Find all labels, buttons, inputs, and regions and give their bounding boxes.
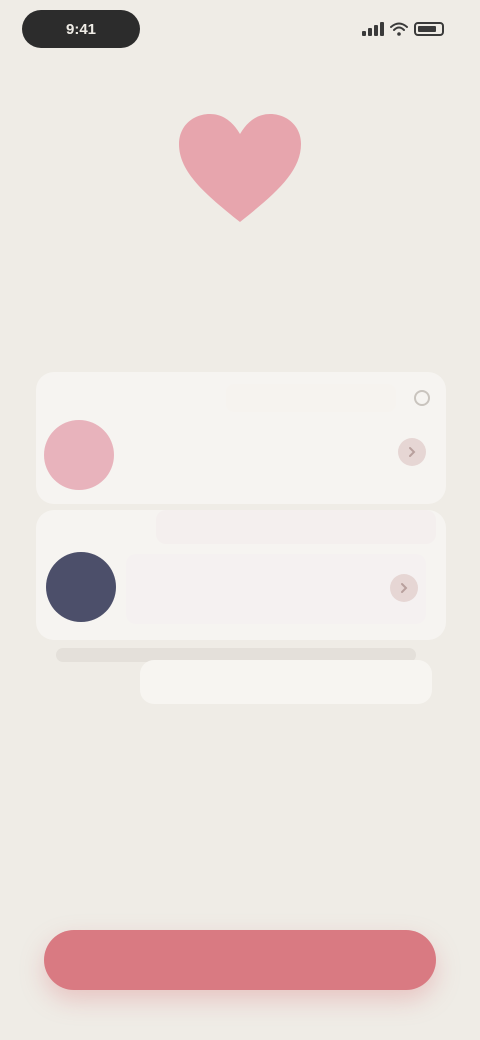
signal-icon <box>362 22 384 36</box>
screen: 9:41 <box>0 0 480 1040</box>
status-bar: 9:41 <box>0 0 480 64</box>
profile-card-1[interactable] <box>36 372 446 504</box>
continue-button[interactable] <box>44 930 436 990</box>
battery-icon <box>414 22 444 36</box>
status-time: 9:41 <box>22 10 140 48</box>
profile-info-box <box>126 554 426 624</box>
profile-header <box>156 510 436 544</box>
heart-icon <box>179 114 301 222</box>
info-icon[interactable] <box>408 384 436 412</box>
avatar <box>44 420 114 490</box>
profile-card-2[interactable] <box>36 510 446 640</box>
wifi-icon <box>390 22 408 36</box>
chevron-right-icon[interactable] <box>398 438 426 466</box>
status-icons <box>356 20 444 38</box>
profile-field[interactable] <box>226 384 396 412</box>
avatar <box>46 552 116 622</box>
chevron-right-icon[interactable] <box>390 574 418 602</box>
note-input[interactable] <box>140 660 432 704</box>
